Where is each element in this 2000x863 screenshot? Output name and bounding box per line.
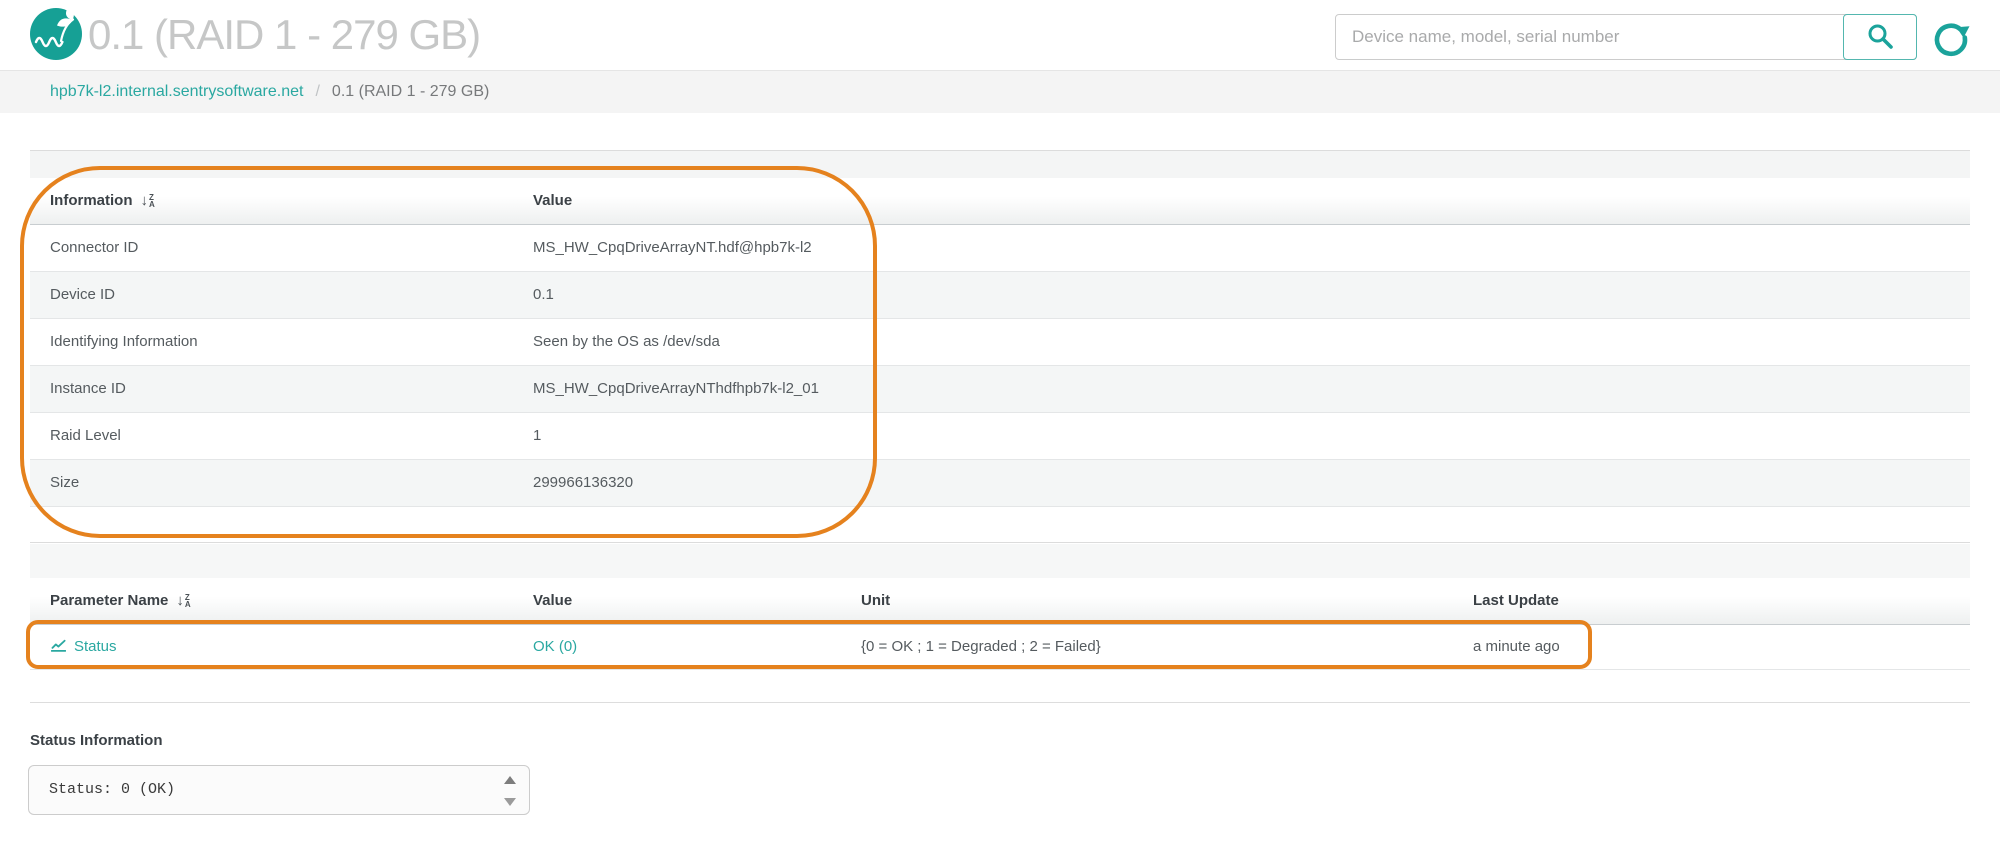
sort-icon: ↓ Z A — [140, 192, 155, 210]
page-title: 0.1 (RAID 1 - 279 GB) — [88, 11, 481, 58]
refresh-icon — [1932, 23, 1970, 62]
table-row: Size 299966136320 — [30, 459, 1970, 507]
breadcrumb: hpb7k-l2.internal.sentrysoftware.net / 0.1… — [0, 70, 2000, 113]
sort-icon: ↓ Z A — [176, 592, 191, 610]
value-column-header[interactable]: Value — [513, 178, 1970, 225]
information-table-header-row: Information ↓ Z A Value — [30, 178, 1970, 225]
table-row: Connector ID MS_HW_CpqDriveArrayNT.hdf@h… — [30, 224, 1970, 272]
table-row: Identifying Information Seen by the OS a… — [30, 318, 1970, 366]
info-value: MS_HW_CpqDriveArrayNThdfhpb7k-l2_01 — [513, 365, 1970, 413]
scroll-down-icon[interactable] — [504, 798, 516, 806]
last-update-column-header[interactable]: Last Update — [1453, 578, 1970, 625]
info-value: MS_HW_CpqDriveArrayNT.hdf@hpb7k-l2 — [513, 224, 1970, 272]
scrollbar — [503, 774, 517, 808]
info-label: Connector ID — [30, 224, 513, 272]
status-parameter-link[interactable]: Status — [50, 637, 117, 657]
search-button[interactable] — [1843, 14, 1917, 60]
info-panel-bottom-band — [30, 513, 1970, 543]
status-information-box[interactable]: Status: 0 (OK) — [28, 765, 530, 815]
status-last-update: a minute ago — [1453, 624, 1970, 670]
info-panel-top-band — [30, 150, 1970, 178]
info-label: Identifying Information — [30, 318, 513, 366]
parameters-table-header-row: Parameter Name ↓ Z A Value Unit Last Update — [30, 578, 1970, 625]
info-label: Instance ID — [30, 365, 513, 413]
table-row: Device ID 0.1 — [30, 271, 1970, 319]
parameter-name-column-header[interactable]: Parameter Name ↓ Z A — [30, 578, 513, 625]
table-row: Instance ID MS_HW_CpqDriveArrayNThdfhpb7… — [30, 365, 1970, 413]
info-value: 0.1 — [513, 271, 1970, 319]
sentry-logo-icon — [30, 8, 82, 60]
refresh-button[interactable] — [1932, 21, 1970, 59]
device-search — [1335, 14, 1917, 60]
table-row: Raid Level 1 — [30, 412, 1970, 460]
breadcrumb-current: 0.1 (RAID 1 - 279 GB) — [331, 83, 490, 100]
breadcrumb-separator: / — [315, 83, 320, 100]
status-information-text: Status: 0 (OK) — [49, 781, 176, 798]
parameters-table: Parameter Name ↓ Z A Value Unit Last Update… — [30, 578, 1970, 670]
top-bar: 0.1 (RAID 1 - 279 GB) — [0, 0, 2000, 70]
scroll-up-icon[interactable] — [504, 776, 516, 784]
info-label: Raid Level — [30, 412, 513, 460]
information-column-header[interactable]: Information ↓ Z A — [30, 178, 513, 225]
status-parameter-row[interactable]: Status OK (0) {0 = OK ; 1 = Degraded ; 2… — [30, 624, 1970, 670]
info-label: Device ID — [30, 271, 513, 319]
info-label: Size — [30, 459, 513, 507]
breadcrumb-host-link[interactable]: hpb7k-l2.internal.sentrysoftware.net — [50, 83, 303, 100]
status-value: OK (0) — [533, 638, 578, 655]
info-value: 1 — [513, 412, 1970, 460]
section-divider — [30, 702, 1970, 703]
search-input[interactable] — [1335, 14, 1917, 60]
status-unit: {0 = OK ; 1 = Degraded ; 2 = Failed} — [841, 624, 1453, 670]
status-information-label: Status Information — [30, 732, 163, 749]
line-chart-icon — [50, 637, 67, 657]
section-gap — [30, 544, 1970, 578]
info-value: 299966136320 — [513, 459, 1970, 507]
search-icon — [1866, 22, 1894, 53]
info-value: Seen by the OS as /dev/sda — [513, 318, 1970, 366]
value-column-header[interactable]: Value — [513, 578, 841, 625]
unit-column-header[interactable]: Unit — [841, 578, 1453, 625]
information-table: Information ↓ Z A Value Connector ID MS_HW_… — [30, 178, 1970, 507]
